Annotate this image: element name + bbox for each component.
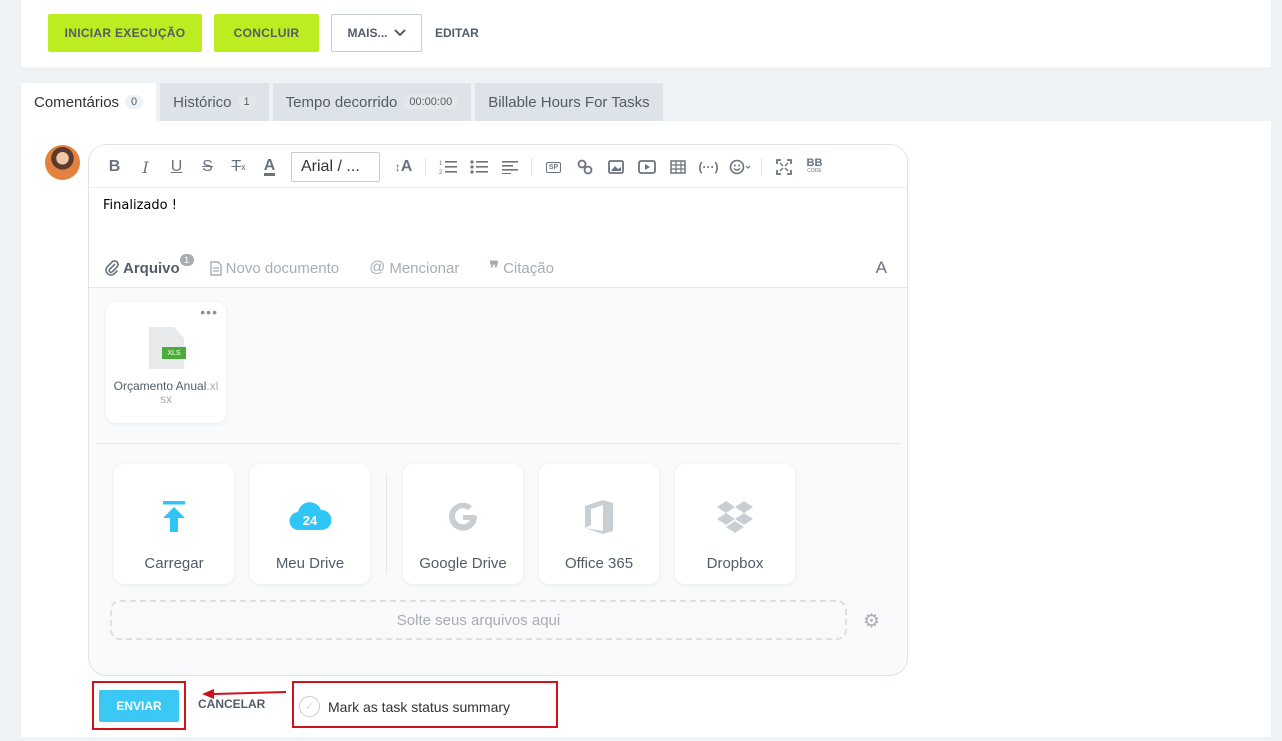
cloud-24-icon: 24	[250, 492, 370, 542]
edit-button[interactable]: EDITAR	[435, 14, 479, 52]
at-icon: @	[369, 259, 386, 276]
attach-file-button[interactable]: Arquivo 1	[105, 253, 194, 277]
italic-icon[interactable]: I	[130, 153, 161, 181]
file-dropzone[interactable]: Solte seus arquivos aqui	[110, 600, 847, 640]
tab-label: Billable Hours For Tasks	[488, 93, 650, 111]
dropzone-label: Solte seus arquivos aqui	[396, 611, 561, 629]
xls-badge: XLS	[162, 347, 186, 359]
bold-icon[interactable]: B	[99, 153, 130, 181]
attach-count-badge: 1	[179, 253, 194, 266]
tab-billable-hours[interactable]: Billable Hours For Tasks	[475, 83, 663, 121]
comment-text[interactable]: Finalizado !	[103, 198, 177, 213]
attach-file-label: Arquivo	[123, 259, 180, 277]
bbcode-label: BB	[806, 157, 823, 169]
quote-icon: ❞	[489, 257, 500, 279]
toolbar-divider	[531, 158, 532, 176]
upload-source-label: Dropbox	[706, 555, 764, 572]
office-icon	[539, 492, 659, 542]
section-divider	[96, 443, 900, 444]
upload-source-local[interactable]: Carregar	[114, 464, 234, 584]
more-label: MAIS...	[347, 26, 388, 40]
gear-icon[interactable]: ⚙	[863, 610, 880, 633]
more-button[interactable]: MAIS...	[331, 14, 422, 52]
svg-text:2: 2	[439, 170, 443, 175]
emoji-icon[interactable]	[724, 153, 755, 181]
file-menu-icon[interactable]: •••	[200, 304, 218, 320]
font-family-select[interactable]: Arial / ...	[291, 152, 380, 182]
font-family-value: Arial / ...	[301, 158, 360, 175]
image-icon[interactable]	[600, 153, 631, 181]
tab-count: 1	[237, 95, 256, 109]
table-icon[interactable]	[662, 153, 693, 181]
editor-compose-area: B I U S Tx A Arial / ... ↕ A 12 SP (···)…	[89, 145, 907, 288]
upload-source-dropbox[interactable]: Dropbox	[675, 464, 795, 584]
attached-file-card[interactable]: ••• XLS Orçamento Anual.xlsx	[106, 302, 226, 423]
chevron-down-icon	[393, 29, 406, 37]
tab-elapsed-time[interactable]: Tempo decorrido 00:00:00	[272, 83, 472, 121]
summary-checkbox-label[interactable]: Mark as task status summary	[328, 699, 510, 715]
tab-label: Histórico	[173, 93, 232, 111]
cloud-badge-text: 24	[303, 513, 318, 528]
annotation-arrow-icon	[202, 689, 287, 699]
bulleted-list-icon[interactable]	[463, 153, 494, 181]
tab-comments[interactable]: Comentários 0	[21, 83, 157, 121]
summary-checkbox[interactable]: ✓	[299, 696, 320, 717]
upload-source-label: Google Drive	[419, 555, 507, 572]
bbcode-sublabel: CODE	[807, 168, 822, 174]
bbcode-icon[interactable]: BB CODE	[799, 153, 830, 181]
upload-source-label: Office 365	[564, 555, 634, 572]
upload-source-google-drive[interactable]: Google Drive	[403, 464, 523, 584]
font-toggle-icon[interactable]: A	[876, 258, 887, 278]
clear-format-icon[interactable]: Tx	[223, 153, 254, 181]
font-size-icon[interactable]: ↕ A	[388, 153, 419, 181]
tab-label: Tempo decorrido	[285, 93, 398, 111]
toolbar-divider-line	[89, 187, 907, 188]
video-icon[interactable]	[631, 153, 662, 181]
start-execution-button[interactable]: INICIAR EXECUÇÃO	[48, 14, 202, 52]
tab-history[interactable]: Histórico 1	[160, 83, 269, 121]
new-document-button[interactable]: Novo documento	[209, 259, 340, 277]
attachment-bar: Arquivo 1 Novo documento @ Mencionar ❞ C…	[105, 253, 891, 279]
quote-label: Citação	[503, 259, 554, 277]
upload-source-my-drive[interactable]: 24 Meu Drive	[250, 464, 370, 584]
numbered-list-icon[interactable]: 12	[432, 153, 463, 181]
tab-bar: Comentários 0 Histórico 1 Tempo decorrid…	[21, 83, 663, 121]
mention-label: Mencionar	[389, 259, 460, 277]
upload-icon	[114, 492, 234, 542]
mention-button[interactable]: @ Mencionar	[369, 259, 459, 277]
strikethrough-icon[interactable]: S	[192, 153, 223, 181]
upload-source-label: Meu Drive	[275, 555, 345, 572]
spoiler-label: SP	[545, 161, 562, 173]
align-icon[interactable]	[494, 153, 525, 181]
svg-text:1: 1	[439, 161, 443, 167]
upload-source-office-365[interactable]: Office 365	[539, 464, 659, 584]
sources-divider	[386, 474, 387, 574]
task-action-bar: INICIAR EXECUÇÃO CONCLUIR MAIS... EDITAR	[21, 0, 1271, 67]
tab-count: 0	[125, 95, 144, 109]
file-name-base: Orçamento Anual	[113, 379, 207, 393]
link-icon[interactable]	[569, 153, 600, 181]
upload-source-label: Carregar	[144, 555, 204, 572]
quote-button[interactable]: ❞ Citação	[489, 258, 554, 279]
editor-toolbar: B I U S Tx A Arial / ... ↕ A 12 SP (···)…	[99, 151, 830, 183]
comment-editor: B I U S Tx A Arial / ... ↕ A 12 SP (···)…	[88, 144, 908, 676]
tab-count: 00:00:00	[403, 95, 459, 109]
toolbar-divider	[425, 158, 426, 176]
google-icon	[403, 492, 523, 542]
fullscreen-icon[interactable]	[768, 153, 799, 181]
new-document-label: Novo documento	[225, 259, 340, 277]
text-color-icon[interactable]: A	[254, 153, 285, 181]
code-icon[interactable]: (···)	[693, 153, 724, 181]
toolbar-divider	[761, 158, 762, 176]
file-name: Orçamento Anual.xlsx	[112, 380, 220, 406]
dropbox-icon	[675, 492, 795, 542]
avatar	[45, 145, 80, 180]
underline-icon[interactable]: U	[161, 153, 192, 181]
spoiler-icon[interactable]: SP	[538, 153, 569, 181]
send-button[interactable]: ENVIAR	[99, 690, 179, 722]
complete-button[interactable]: CONCLUIR	[214, 14, 319, 52]
tab-label: Comentários	[34, 93, 120, 111]
paperclip-icon	[105, 260, 119, 276]
document-icon	[209, 260, 222, 276]
